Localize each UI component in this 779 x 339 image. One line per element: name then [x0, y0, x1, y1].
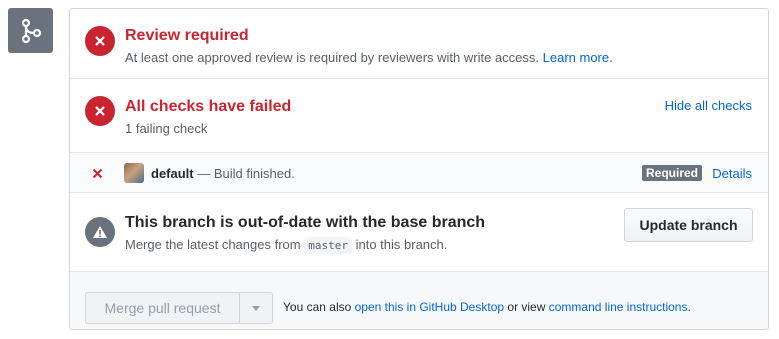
merge-area: Merge pull request You can also open thi…: [70, 272, 768, 329]
avatar: [124, 163, 144, 183]
details-link[interactable]: Details: [712, 166, 752, 181]
review-title: Review required: [125, 27, 249, 44]
review-description: At least one approved review is required…: [125, 50, 613, 65]
check-row: default — Build finished. Required Detai…: [70, 153, 768, 193]
x-circle-icon: [85, 26, 115, 56]
hide-all-checks-link[interactable]: Hide all checks: [665, 98, 752, 113]
branch-title: This branch is out-of-date with the base…: [125, 214, 486, 231]
checks-section: All checks have failed 1 failing check H…: [70, 79, 768, 153]
update-branch-button[interactable]: Update branch: [624, 208, 753, 242]
checks-title: All checks have failed: [125, 98, 292, 115]
merge-status-card: Review required At least one approved re…: [69, 8, 769, 330]
branch-description: Merge the latest changes from master int…: [125, 237, 448, 254]
review-section: Review required At least one approved re…: [70, 9, 768, 79]
merge-options-dropdown[interactable]: [239, 292, 273, 324]
x-circle-icon: [85, 96, 115, 126]
failing-count: 1 failing check: [125, 121, 208, 136]
command-line-link[interactable]: command line instructions: [549, 300, 688, 314]
merge-pull-request-button[interactable]: Merge pull request: [85, 292, 240, 324]
merge-note: You can also open this in GitHub Desktop…: [283, 300, 691, 314]
triangle-down-icon: [252, 305, 260, 311]
x-icon: [92, 168, 103, 179]
required-badge: Required: [642, 165, 703, 181]
github-desktop-link[interactable]: open this in GitHub Desktop: [355, 300, 504, 314]
check-description: default — Build finished.: [151, 166, 295, 181]
git-merge-icon: [8, 8, 53, 53]
base-branch-name: master: [304, 237, 352, 254]
learn-more-link[interactable]: Learn more.: [543, 50, 613, 65]
alert-icon: [85, 217, 115, 247]
